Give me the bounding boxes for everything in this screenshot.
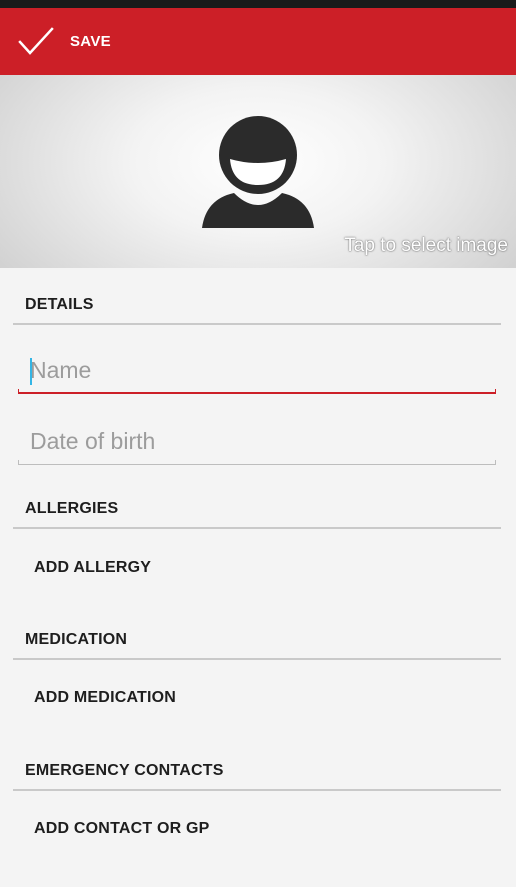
dob-underline — [18, 460, 496, 465]
person-avatar-icon — [202, 116, 314, 228]
save-button[interactable]: SAVE — [16, 18, 111, 65]
add-contact-button[interactable]: ADD CONTACT OR GP — [34, 820, 210, 838]
name-underline — [18, 389, 496, 394]
emergency-contacts-header-label: EMERGENCY CONTACTS — [25, 762, 224, 779]
select-image-hint: Tap to select image — [344, 235, 508, 256]
form-content: DETAILS ALLERGIES ADD ALLERGY MEDICATION… — [0, 268, 516, 887]
medication-header-label: MEDICATION — [25, 631, 128, 648]
details-header-label: DETAILS — [25, 296, 94, 313]
name-input[interactable] — [18, 350, 496, 390]
emergency-contacts-header: EMERGENCY CONTACTS — [13, 756, 501, 791]
text-cursor — [30, 358, 32, 385]
date-of-birth-field[interactable] — [18, 421, 496, 465]
allergies-header-label: ALLERGIES — [25, 500, 119, 517]
status-bar — [0, 0, 516, 8]
check-icon — [18, 26, 54, 55]
name-field[interactable] — [18, 350, 496, 394]
add-medication-button[interactable]: ADD MEDICATION — [34, 689, 176, 707]
save-label: SAVE — [70, 33, 111, 50]
add-allergy-button[interactable]: ADD ALLERGY — [34, 559, 151, 577]
medication-header: MEDICATION — [13, 625, 501, 660]
date-of-birth-input[interactable] — [18, 421, 496, 461]
action-bar: SAVE — [0, 8, 516, 75]
details-header: DETAILS — [13, 290, 501, 325]
allergies-header: ALLERGIES — [13, 494, 501, 529]
profile-image-picker[interactable]: Tap to select image — [0, 75, 516, 268]
